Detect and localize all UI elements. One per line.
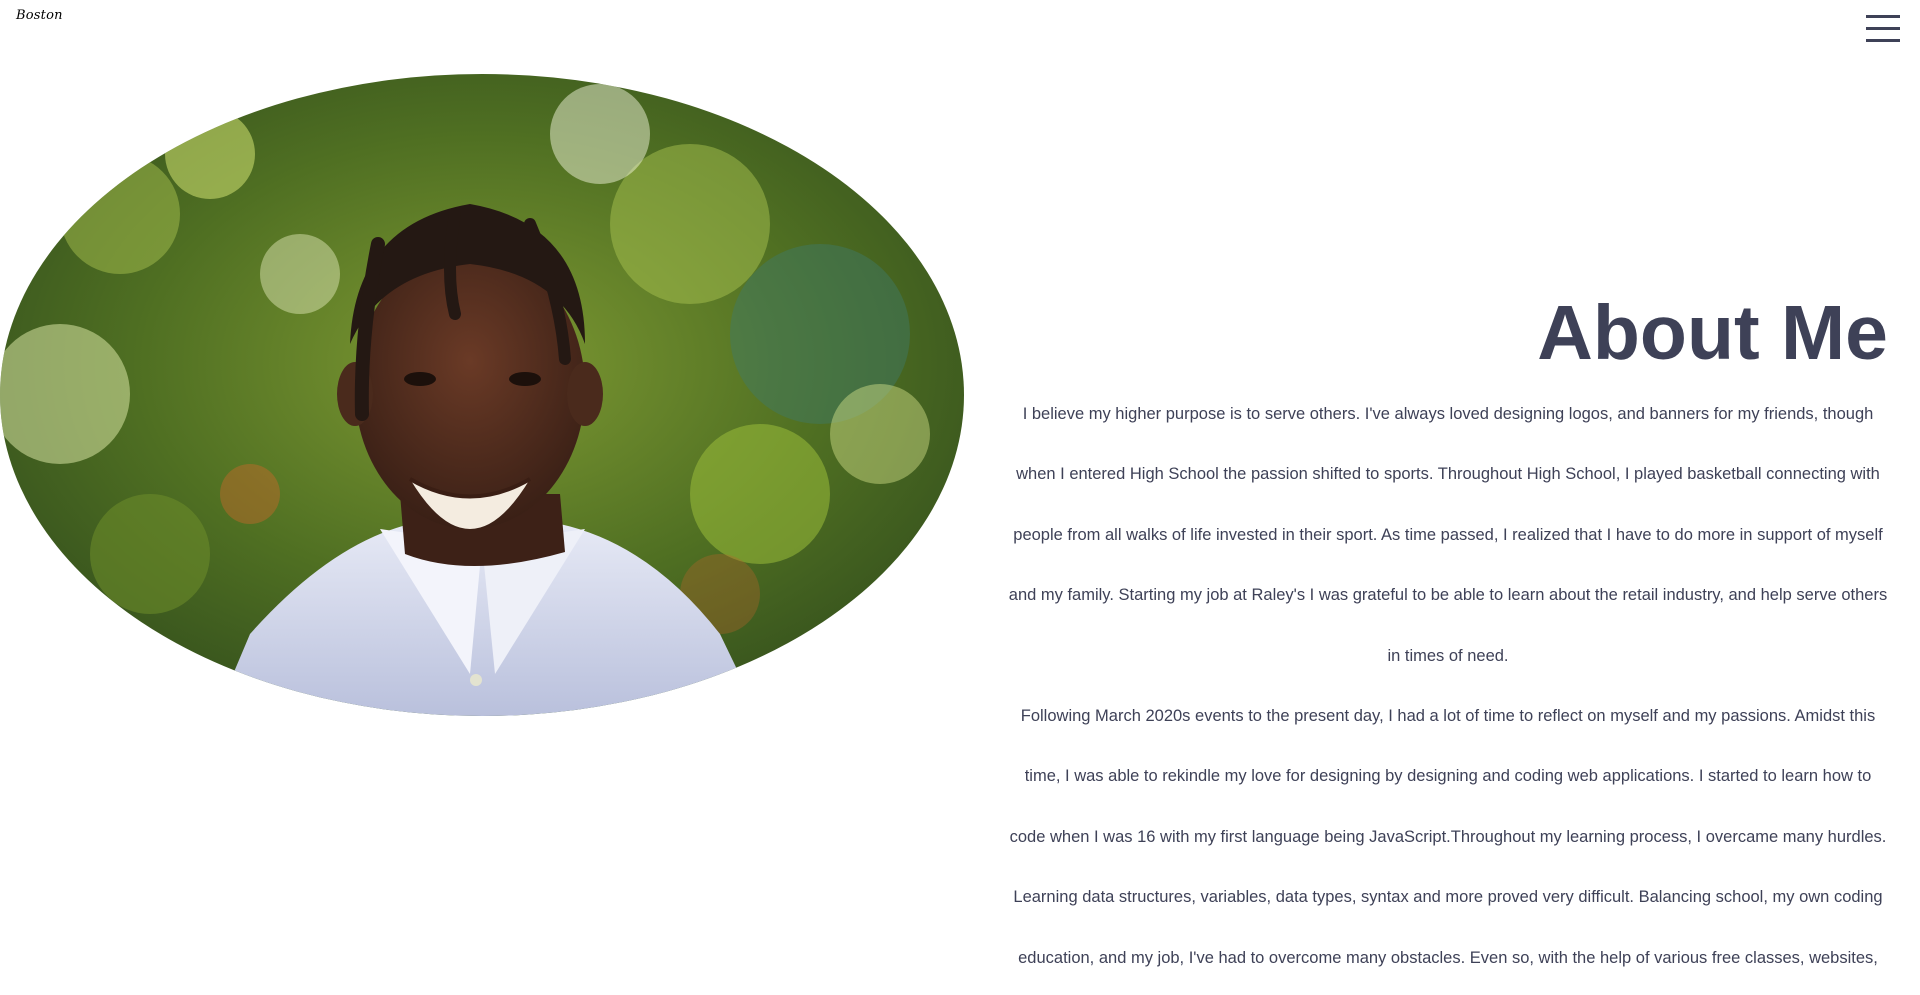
brand-logo-text[interactable]: Boston: [16, 8, 63, 23]
hamburger-menu-icon[interactable]: [1866, 14, 1900, 44]
menu-bar-top: [1866, 15, 1900, 18]
menu-bar-middle: [1866, 27, 1900, 30]
about-title: About Me: [1537, 290, 1888, 376]
about-paragraph-2: Following March 2020s events to the pres…: [1009, 707, 1887, 967]
profile-photo: [0, 74, 964, 716]
about-paragraph-1: I believe my higher purpose is to serve …: [1008, 405, 1888, 665]
menu-bar-bottom: [1866, 39, 1900, 42]
about-body: I believe my higher purpose is to serve …: [1008, 384, 1888, 988]
